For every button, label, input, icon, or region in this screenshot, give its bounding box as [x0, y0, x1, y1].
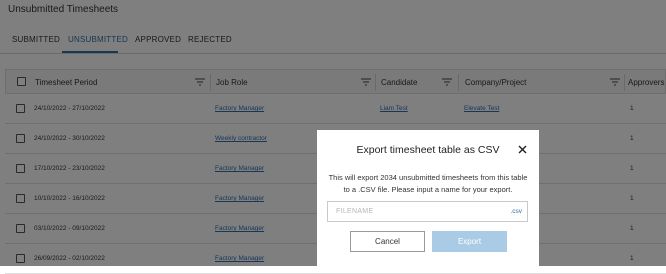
- export-button[interactable]: Export: [432, 231, 507, 252]
- close-icon[interactable]: [518, 145, 527, 154]
- export-csv-dialog: Export timesheet table as CSV This will …: [317, 130, 539, 266]
- filename-input[interactable]: [328, 202, 512, 221]
- filename-field: .csv: [327, 201, 528, 222]
- cancel-button[interactable]: Cancel: [350, 231, 425, 252]
- dialog-title: Export timesheet table as CSV: [356, 144, 500, 156]
- dialog-description: This will export 2034 unsubmitted timesh…: [328, 173, 528, 194]
- file-extension-label: .csv: [510, 208, 522, 215]
